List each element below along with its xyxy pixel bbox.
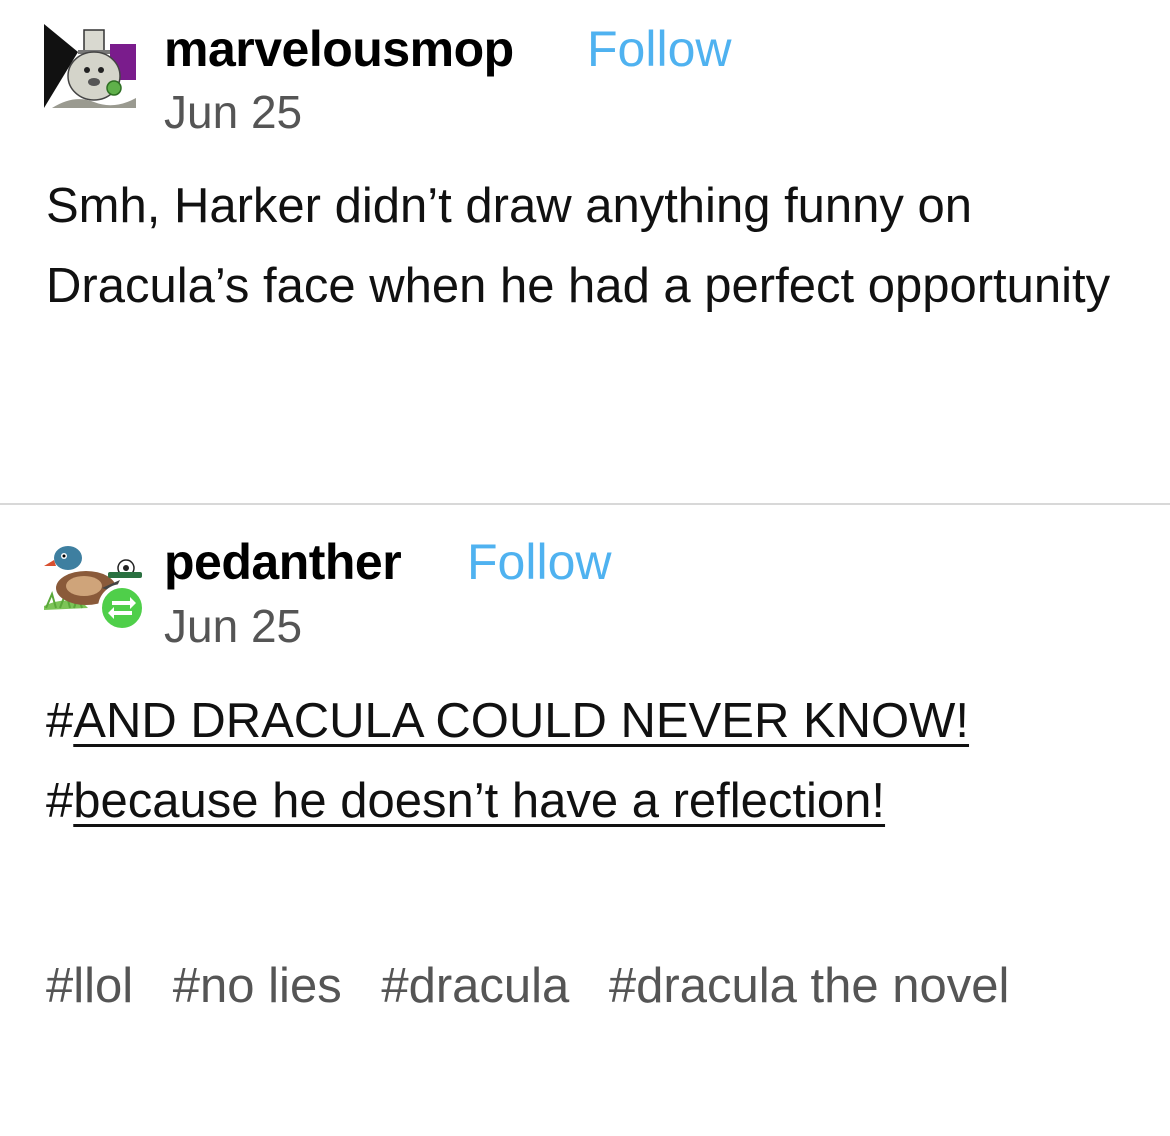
hashtag-link[interactable]: AND DRACULA COULD NEVER KNOW! (73, 694, 969, 748)
avatar-marvelousmop[interactable] (44, 24, 136, 108)
hash-symbol: # (46, 774, 74, 828)
top-hat-raccoon-icon (44, 24, 136, 108)
post-1-text: Smh, Harker didn’t draw anything funny o… (46, 179, 1111, 313)
post-divider (0, 503, 1170, 505)
post-2-date: Jun 25 (164, 600, 303, 652)
tag-llol[interactable]: #llol (46, 959, 133, 1013)
post-2-follow-button[interactable]: Follow (467, 537, 611, 587)
tag-dracula[interactable]: #dracula (381, 959, 569, 1013)
tag-no-lies[interactable]: #no lies (173, 959, 342, 1013)
post-1-date: Jun 25 (164, 86, 303, 138)
post-2-username[interactable]: pedanther (164, 537, 402, 587)
hashtag-link[interactable]: because he doesn’t have a reflection! (73, 774, 885, 828)
post-1-follow-button[interactable]: Follow (587, 24, 731, 74)
post-2-hashtag-line-2[interactable]: #because he doesn’t have a reflection! (46, 777, 885, 826)
post-2-tags: #llol #no lies #dracula #dracula the nov… (46, 952, 1126, 1020)
tag-dracula-the-novel[interactable]: #dracula the novel (609, 959, 1009, 1013)
reblog-icon (98, 584, 146, 632)
post-2-hashtag-line-1[interactable]: #AND DRACULA COULD NEVER KNOW! (46, 697, 969, 746)
hash-symbol: # (46, 694, 74, 748)
post-1-username[interactable]: marvelousmop (164, 24, 514, 74)
avatar-pedanther[interactable] (44, 536, 146, 632)
